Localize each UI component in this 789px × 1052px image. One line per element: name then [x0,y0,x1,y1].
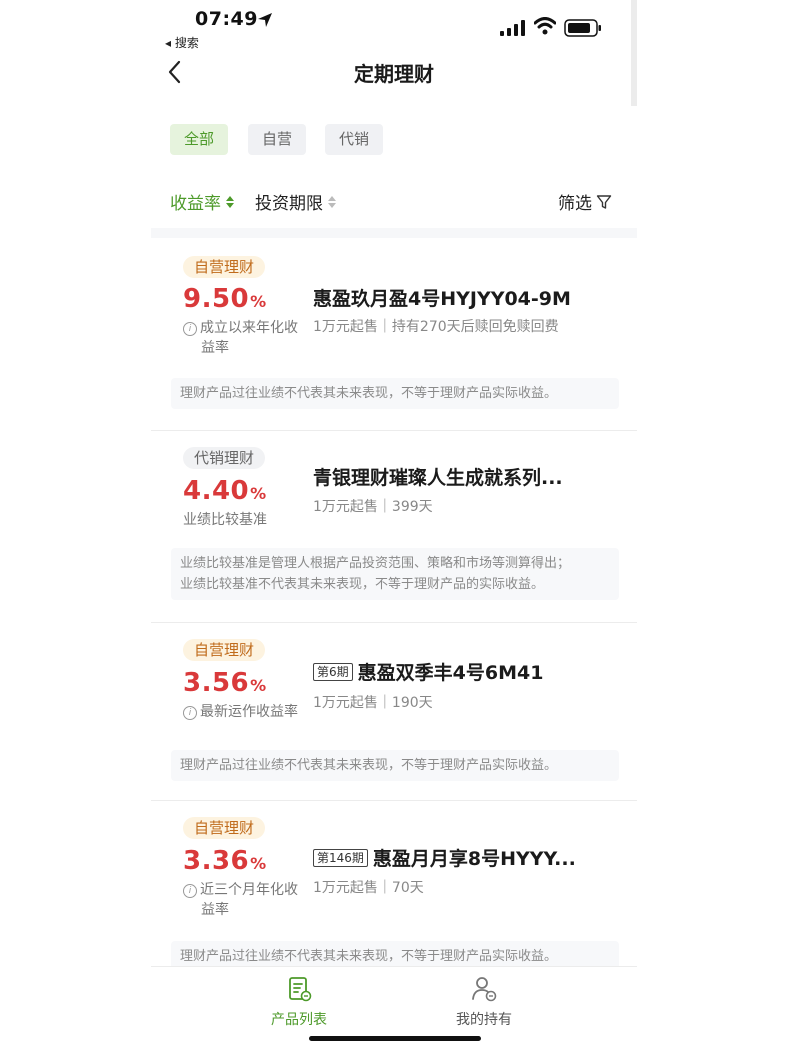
info-icon[interactable]: i [183,706,197,720]
sort-arrows-icon [226,195,234,208]
sort-yield[interactable]: 收益率 [170,189,235,214]
info-icon[interactable]: i [183,322,197,336]
funnel-icon [596,194,612,209]
phone-screen: 07:49 ◂ 搜索 定期理财 全部 自营 代销 收益率 投资期限 筛选 自营理… [151,0,637,1052]
product-rate: 3.36% [183,846,267,876]
rate-label: i 近三个月年化收 益率 [183,880,311,920]
rate-label-line-2: 益率 [201,340,229,356]
product-tag: 自营理财 [183,256,266,278]
product-tag: 自营理财 [183,817,266,839]
tab-my-holdings-label: 我的持有 [456,1012,512,1028]
product-disclaimer: 业绩比较基准是管理人根据产品投资范围、策略和市场等测算得出； 业绩比较基准不代表… [171,548,619,600]
info-icon[interactable]: i [183,884,197,898]
filter-chip-agent[interactable]: 代销 [325,124,383,155]
issue-badge: 第6期 [313,663,353,681]
tab-product-list[interactable]: 产品列表 [239,975,359,1029]
section-divider [151,228,637,238]
rate-unit: % [250,292,267,311]
rate-unit: % [250,484,267,503]
product-card[interactable]: 代销理财 4.40% 业绩比较基准 青银理财璀璨人生成就系列... 1万元起售｜… [151,431,637,623]
home-indicator [309,1036,481,1041]
rate-value: 3.56 [183,668,250,698]
battery-icon [564,19,601,37]
location-arrow-icon [258,13,272,27]
rate-label: i 成立以来年化收 益率 [183,318,311,358]
sort-term[interactable]: 投资期限 [255,189,337,214]
product-name: 惠盈玖月盈4号HYJYY04-9M [313,288,571,310]
product-disclaimer: 理财产品过往业绩不代表其未来表现，不等于理财产品实际收益。 [171,750,619,781]
status-time: 07:49 [195,8,258,30]
product-rate: 3.56% [183,668,267,698]
page-title: 定期理财 [354,62,434,86]
rate-label: 业绩比较基准 [183,510,311,530]
status-back-link[interactable]: ◂ 搜索 [165,34,199,51]
tab-product-list-label: 产品列表 [271,1012,327,1028]
tab-my-holdings[interactable]: 我的持有 [424,975,544,1029]
product-card[interactable]: 自营理财 9.50% i 成立以来年化收 益率 惠盈玖月盈4号HYJYY04-9M… [151,238,637,431]
product-tag: 自营理财 [183,639,266,661]
rate-unit: % [250,854,267,873]
user-holdings-icon [472,977,497,1002]
filter-label: 筛选 [558,194,592,214]
product-tag: 代销理财 [183,447,266,469]
product-disclaimer: 理财产品过往业绩不代表其未来表现，不等于理财产品实际收益。 [171,378,619,409]
product-name: 青银理财璀璨人生成就系列... [313,467,563,489]
issue-badge: 第146期 [313,849,368,867]
product-name: 第6期 惠盈双季丰4号6M41 [313,658,613,685]
disclaimer-line-1: 业绩比较基准是管理人根据产品投资范围、策略和市场等测算得出； [180,556,571,571]
cellular-signal-icon [500,20,525,36]
rate-value: 3.36 [183,846,250,876]
rate-value: 9.50 [183,284,250,314]
scrollbar[interactable] [631,0,637,106]
product-meta: 1万元起售｜399天 [313,499,433,515]
sort-yield-label: 收益率 [170,194,221,214]
filter-chip-self[interactable]: 自营 [248,124,306,155]
rate-label-line-1: 最新运作收益率 [200,704,298,720]
rate-label: i 最新运作收益率 [183,702,311,722]
product-meta: 1万元起售｜持有270天后赎回免赎回费 [313,319,559,335]
product-card[interactable]: 自营理财 3.56% i 最新运作收益率 第6期 惠盈双季丰4号6M41 1万元起售… [151,623,637,801]
rate-label-line-1: 近三个月年化收 [200,882,298,898]
disclaimer-line-2: 业绩比较基准不代表其未来表现，不等于理财产品的实际收益。 [180,577,545,592]
rate-value: 4.40 [183,476,250,506]
product-name-text: 惠盈月月享8号HYYY... [372,848,576,870]
rate-label-line-1: 成立以来年化收 [200,320,298,336]
rate-unit: % [250,676,267,695]
rate-label-line-1: 业绩比较基准 [183,512,267,528]
filter-chip-all[interactable]: 全部 [170,124,228,155]
rate-label-line-2: 益率 [201,902,229,918]
product-list-icon [289,977,312,1002]
product-meta: 1万元起售｜70天 [313,880,424,896]
product-name-text: 惠盈双季丰4号6M41 [357,662,544,684]
product-rate: 4.40% [183,476,267,506]
product-rate: 9.50% [183,284,267,314]
product-meta: 1万元起售｜190天 [313,695,433,711]
wifi-icon [534,17,556,35]
sort-term-label: 投资期限 [255,194,323,214]
product-card[interactable]: 自营理财 3.36% i 近三个月年化收 益率 第146期 惠盈月月享8号HYYY.… [151,801,637,972]
sort-arrows-icon [328,195,336,208]
product-name: 第146期 惠盈月月享8号HYYY... [313,844,613,871]
filter-button[interactable]: 筛选 [558,189,612,214]
